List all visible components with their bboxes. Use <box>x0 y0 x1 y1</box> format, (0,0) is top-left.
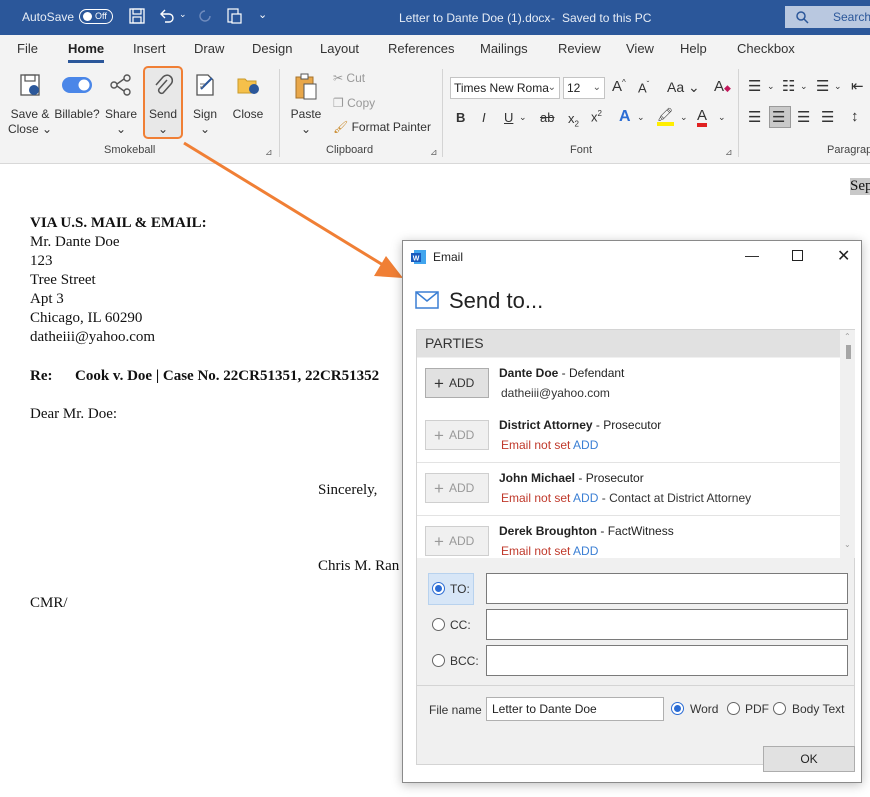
add-party-button[interactable]: + ADD <box>425 473 489 503</box>
party-name: Derek Broughton <box>499 524 598 538</box>
bcc-label: BCC: <box>450 654 479 668</box>
party-contact: Contact at District Attorney <box>609 491 752 505</box>
add-party-button[interactable]: + ADD <box>425 526 489 556</box>
add-email-link[interactable]: ADD <box>573 438 598 452</box>
add-email-link[interactable]: ADD <box>573 544 598 558</box>
bcc-field[interactable] <box>486 645 848 676</box>
plus-icon: + <box>434 532 444 551</box>
file-name-input[interactable] <box>486 697 664 721</box>
add-party-button[interactable]: + ADD <box>425 420 489 450</box>
party-role: Prosecutor <box>585 471 644 485</box>
party-name: Dante Doe <box>499 366 559 380</box>
to-label: TO: <box>450 582 470 596</box>
party-row: + ADD Dante Doe - Defendant datheiii@yaho… <box>417 358 840 411</box>
party-row: + ADD District Attorney - Prosecutor Emai… <box>417 410 840 463</box>
maximize-icon[interactable] <box>792 250 803 261</box>
parties-scrollbar[interactable]: ⌃ ⌄ <box>842 330 855 558</box>
file-name-label: File name <box>429 703 482 717</box>
email-dialog: W Email — ✕ Send to... PARTIES ⌃ ⌄ + ADD … <box>402 240 862 783</box>
scroll-down-icon[interactable]: ⌄ <box>844 540 851 549</box>
to-radio[interactable] <box>432 582 445 595</box>
format-pdf-label: PDF <box>745 702 769 716</box>
parties-header: PARTIES <box>417 330 840 357</box>
format-word-radio[interactable] <box>671 702 684 715</box>
party-row: + ADD John Michael - Prosecutor Email not… <box>417 463 840 516</box>
to-field[interactable] <box>486 573 848 604</box>
plus-icon: + <box>434 479 444 498</box>
format-pdf-radio[interactable] <box>727 702 740 715</box>
dialog-heading: Send to... <box>449 288 544 313</box>
plus-icon: + <box>434 374 444 393</box>
dialog-body: Send to... PARTIES ⌃ ⌄ + ADD Dante Doe - … <box>403 273 861 782</box>
word-app-icon: W <box>411 249 427 268</box>
plus-icon: + <box>434 426 444 445</box>
email-not-set: Email not set <box>501 544 571 558</box>
add-email-link[interactable]: ADD <box>573 491 598 505</box>
dialog-title: Email <box>433 250 464 264</box>
svg-text:W: W <box>413 256 420 263</box>
bcc-radio[interactable] <box>432 654 445 667</box>
dialog-title-bar: W Email — ✕ <box>403 241 861 273</box>
email-not-set: Email not set <box>501 491 571 505</box>
party-row: + ADD Derek Broughton - FactWitness Email… <box>417 516 840 558</box>
ok-button[interactable]: OK <box>763 746 855 772</box>
close-icon[interactable]: ✕ <box>837 246 850 266</box>
party-email: datheiii@yahoo.com <box>501 386 610 400</box>
cc-field[interactable] <box>486 609 848 640</box>
minimize-icon[interactable]: — <box>745 247 759 263</box>
party-role: Prosecutor <box>603 418 662 432</box>
format-body-text-radio[interactable] <box>773 702 786 715</box>
party-role: FactWitness <box>607 524 674 538</box>
cc-radio[interactable] <box>432 618 445 631</box>
format-word-label: Word <box>690 702 719 716</box>
add-party-button[interactable]: + ADD <box>425 368 489 398</box>
party-name: District Attorney <box>499 418 593 432</box>
cc-label: CC: <box>450 618 471 632</box>
party-role: Defendant <box>569 366 625 380</box>
scroll-thumb[interactable] <box>846 345 851 359</box>
format-body-text-label: Body Text <box>792 702 845 716</box>
party-name: John Michael <box>499 471 576 485</box>
scroll-up-icon[interactable]: ⌃ <box>844 332 851 341</box>
envelope-icon <box>415 291 439 312</box>
send-panel: PARTIES ⌃ ⌄ + ADD Dante Doe - Defendant d… <box>416 329 855 765</box>
email-not-set: Email not set <box>501 438 571 452</box>
